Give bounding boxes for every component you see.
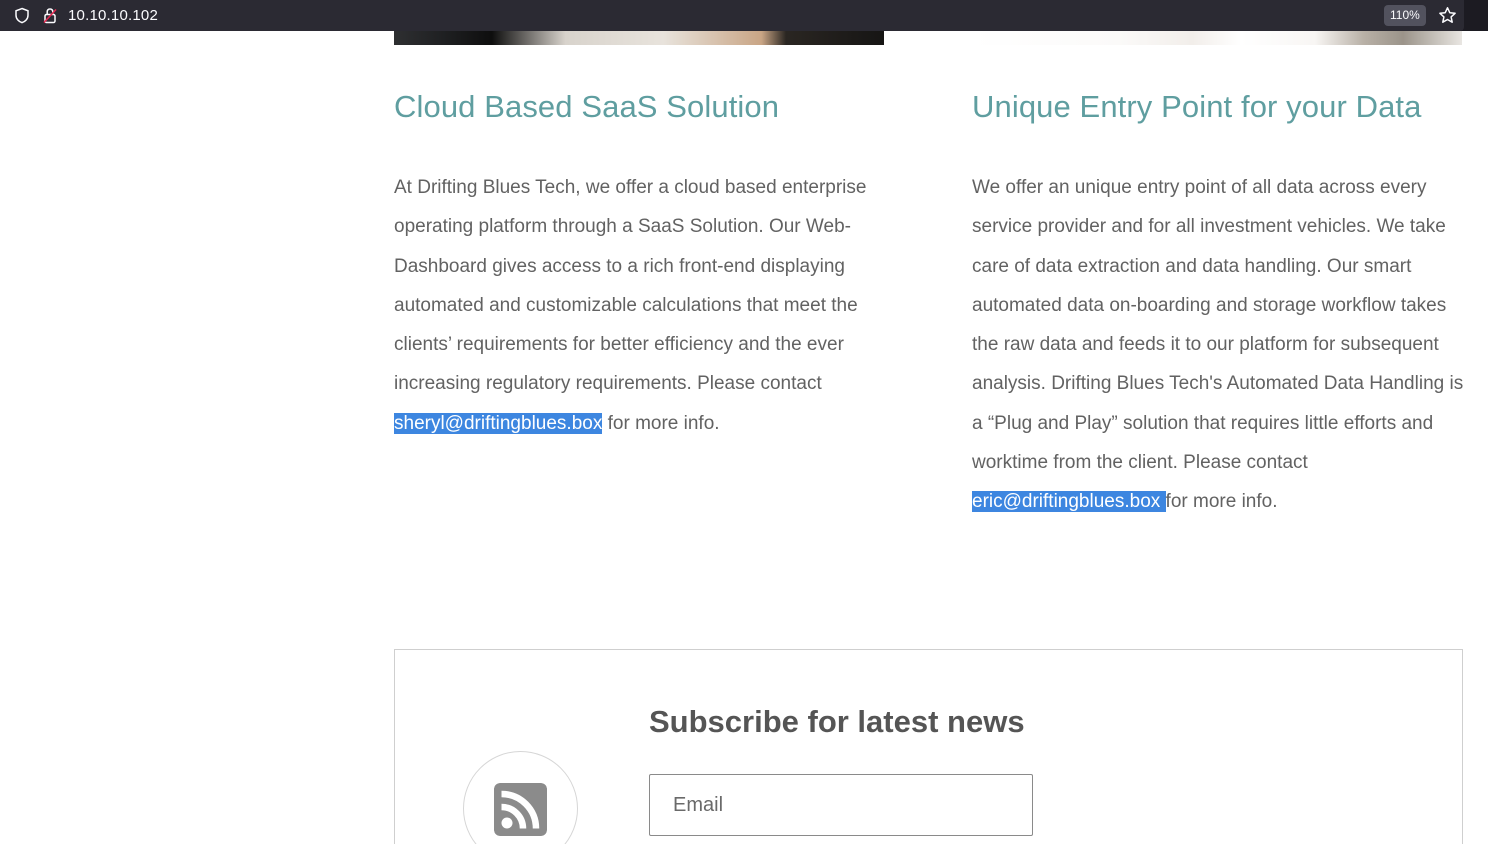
saas-description-text: At Drifting Blues Tech, we offer a cloud…: [394, 177, 867, 395]
sheryl-email-link[interactable]: sheryl@driftingblues.box: [394, 412, 603, 434]
insecure-lock-icon[interactable]: [42, 7, 58, 24]
saas-description: At Drifting Blues Tech, we offer a cloud…: [394, 168, 894, 443]
saas-suffix-text: for more info.: [602, 412, 720, 434]
subscribe-email-input[interactable]: [649, 774, 1033, 836]
shield-icon[interactable]: [14, 7, 30, 24]
bookmark-star-icon[interactable]: [1438, 6, 1457, 25]
zoom-level-badge[interactable]: 110%: [1384, 5, 1426, 26]
data-entry-description-text: We offer an unique entry point of all da…: [972, 177, 1464, 474]
data-entry-heading: Unique Entry Point for your Data: [972, 89, 1422, 124]
browser-toolbar: 10.10.10.102 110%: [0, 0, 1488, 31]
data-entry-description: We offer an unique entry point of all da…: [972, 168, 1468, 522]
data-hero-image: [972, 31, 1462, 45]
eric-email-link[interactable]: eric@driftingblues.box: [972, 491, 1166, 513]
address-bar[interactable]: 10.10.10.102 110%: [0, 0, 1464, 31]
rss-icon: [494, 783, 547, 836]
saas-hero-image: [394, 31, 884, 45]
url-text[interactable]: 10.10.10.102: [68, 7, 158, 24]
data-entry-suffix-text: for more info.: [1165, 491, 1278, 513]
subscribe-heading: Subscribe for latest news: [649, 704, 1025, 739]
saas-heading: Cloud Based SaaS Solution: [394, 89, 780, 124]
